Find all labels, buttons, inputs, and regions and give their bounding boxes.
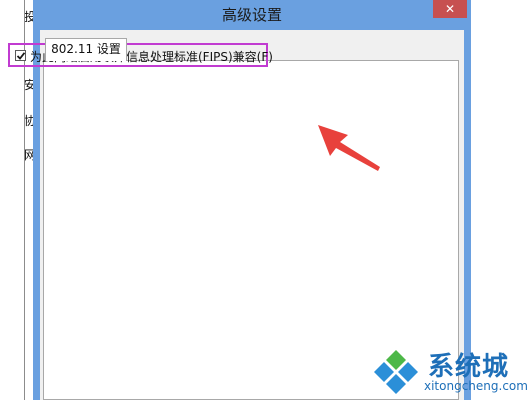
watermark-logo-icon — [374, 350, 418, 394]
tab-802-11-settings[interactable]: 802.11 设置 — [45, 38, 127, 61]
watermark: 系统城 xitongcheng.com — [372, 344, 527, 398]
watermark-url: xitongcheng.com — [424, 379, 527, 393]
watermark-name: 系统城 — [428, 352, 510, 382]
